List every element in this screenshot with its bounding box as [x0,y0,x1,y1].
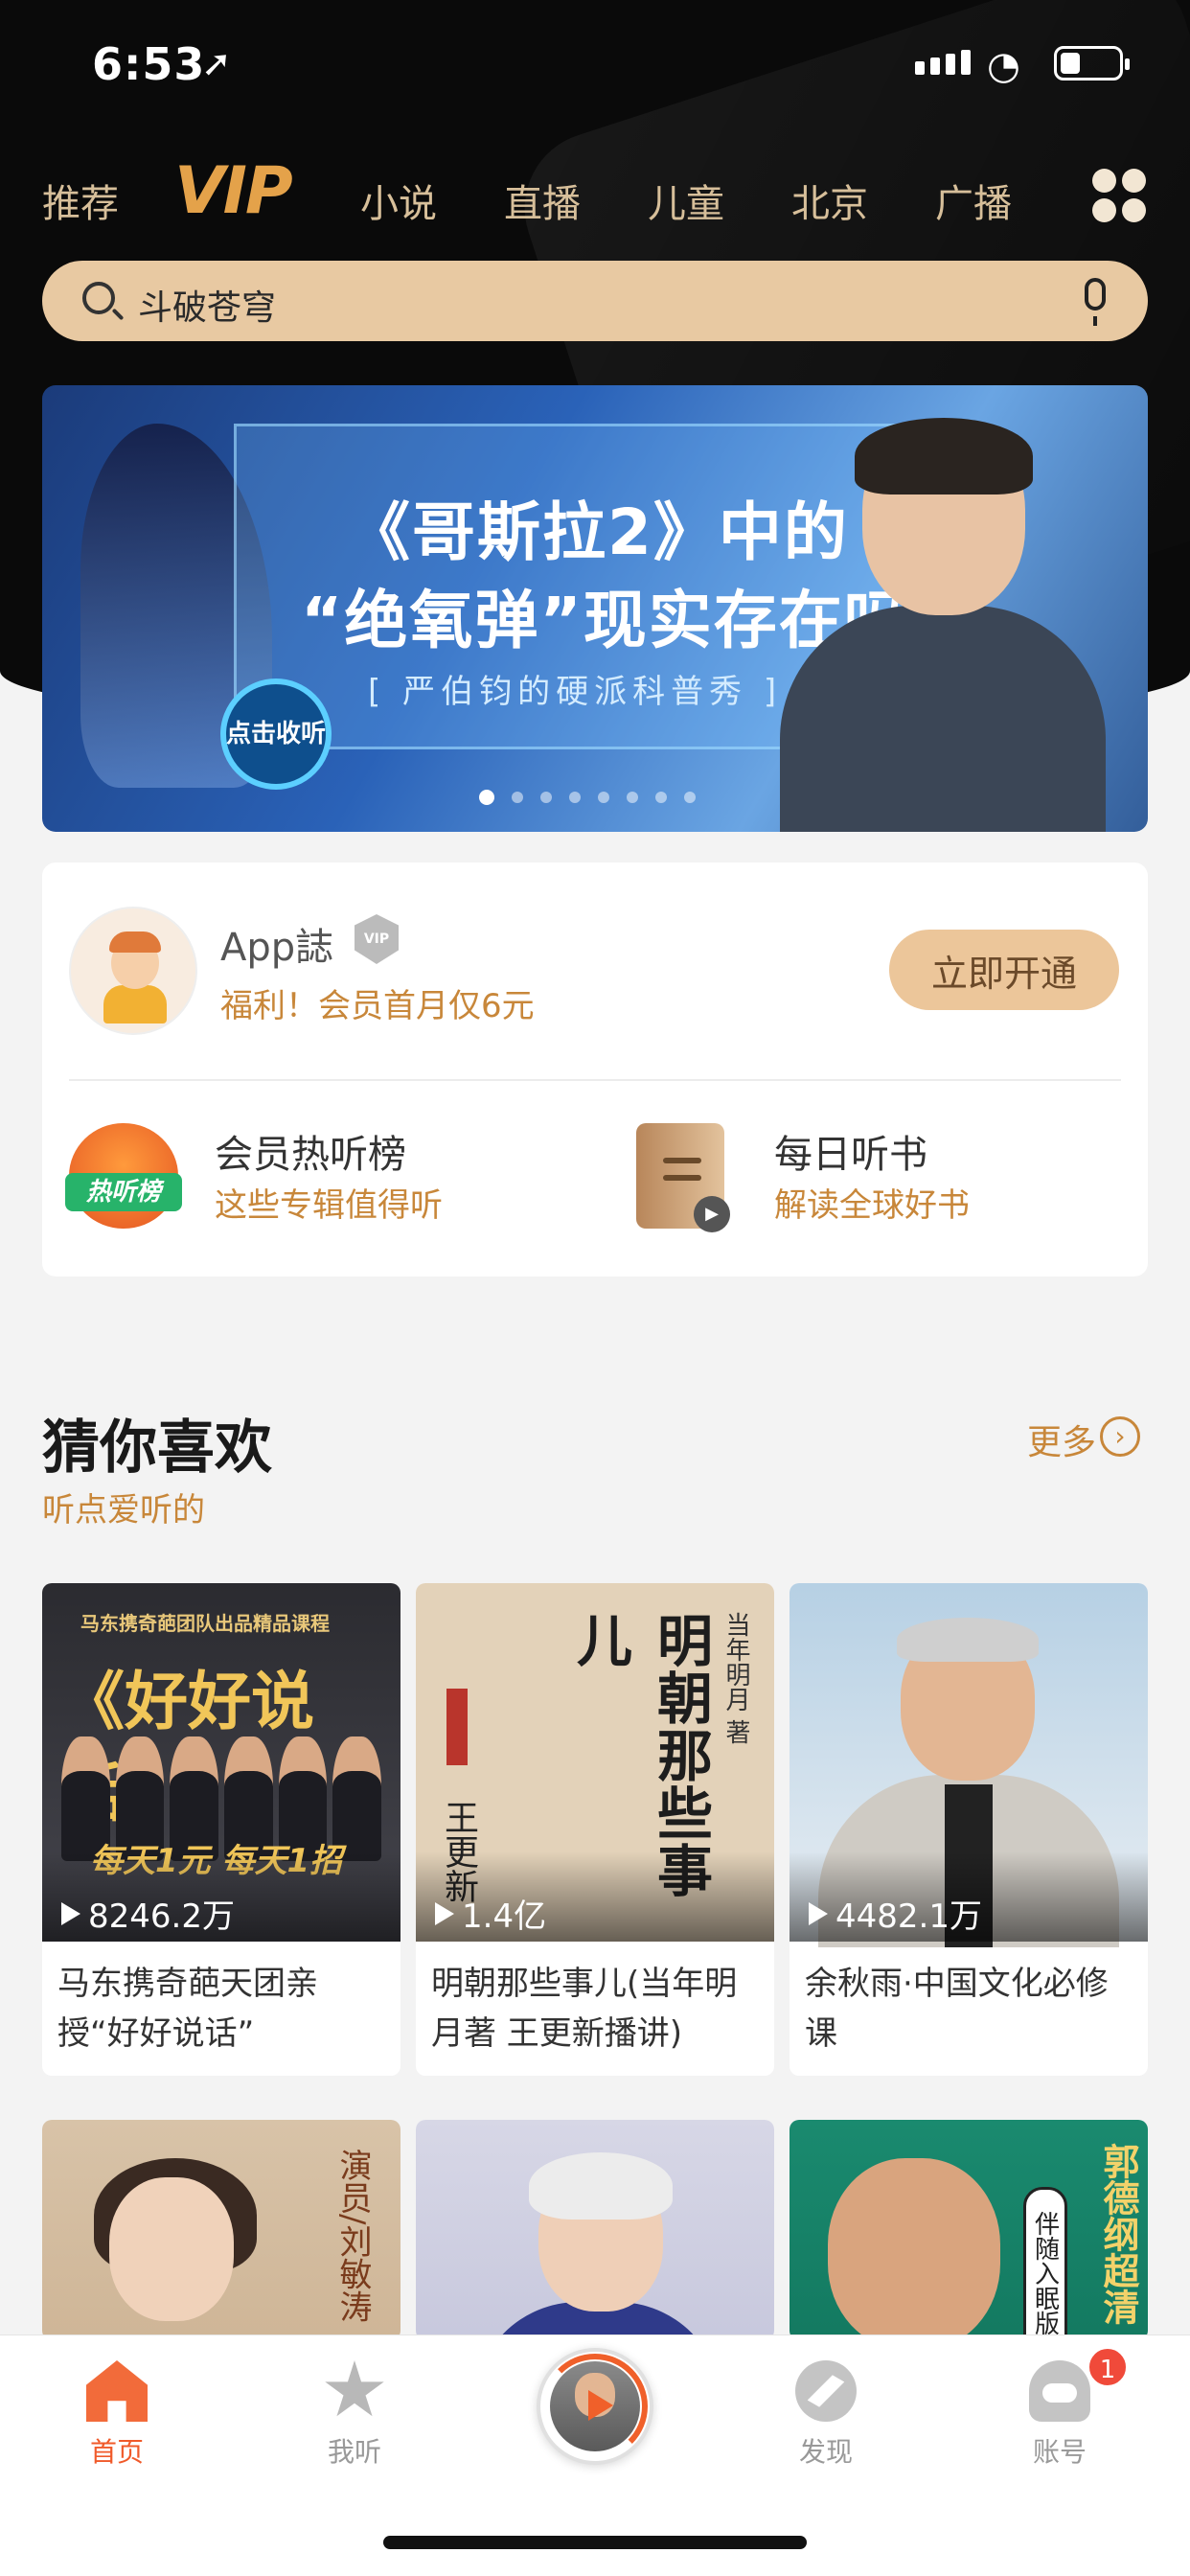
microphone-icon[interactable] [1085,278,1106,326]
tab-live[interactable]: 直播 [504,172,581,228]
banner-listen-button[interactable]: 点击收听 [220,678,332,790]
album-title: 明朝那些事儿(当年明月著 王更新播讲) [431,1965,738,2053]
tab-children[interactable]: 儿童 [648,172,724,228]
play-count: 8246.2万 [61,1890,235,1937]
cover-caption: 马东携奇葩团队出品精品课程 [80,1612,330,1635]
tab-label: 我听 [327,2436,381,2468]
search-input[interactable]: 斗破苍穹 [138,280,276,330]
play-count-value: 1.4亿 [462,1898,547,1936]
tab-label: 账号 [1032,2436,1087,2468]
play-count-value: 8246.2万 [88,1898,235,1936]
play-icon: ▶ [694,1196,730,1232]
banner-host-image [780,418,1125,832]
star-icon [325,2360,384,2417]
play-icon [809,1901,828,1925]
feature-title: 会员热听榜 [215,1133,406,1177]
play-icon [588,2390,613,2421]
section-title: 猜你喜欢 [42,1414,272,1482]
now-playing-button[interactable] [537,2348,653,2465]
album-card[interactable]: 明朝那些事儿 当年明月 著 王更新 1.4亿 明朝那些事儿(当年明月著 王更新播… [416,1583,774,2076]
promo-banner[interactable]: 《哥斯拉2》中的 “绝氧弹”现实存在吗？ [ 严伯钧的硬派科普秀 ] 点击收听 [42,385,1148,832]
album-card[interactable]: 演员/刘敏涛 [42,2120,400,2340]
chevron-right-icon[interactable]: › [1100,1416,1140,1457]
tab-beijing[interactable]: 北京 [791,172,868,228]
feature-subtitle: 解读全球好书 [774,1186,970,1225]
cover-text: 郭德纲超清 [1097,2143,1139,2325]
tab-label: 首页 [89,2436,144,2468]
banner-dot[interactable] [512,792,523,803]
vip-badge-icon: VIP [355,914,399,964]
feature-subtitle: 这些专辑值得听 [215,1186,443,1225]
tab-label: 发现 [798,2436,853,2468]
all-categories-icon[interactable] [1092,169,1146,222]
banner-pagination [479,790,696,805]
tab-recommend[interactable]: 推荐 [42,172,119,228]
play-icon [61,1901,80,1925]
book-icon: ▶ [636,1123,730,1232]
banner-dot[interactable] [598,792,609,803]
status-time: 6:53 [92,38,206,90]
vip-card: App誌 VIP 福利！会员首月仅6元 立即开通 热听榜 会员热听榜 这些专辑值… [42,862,1148,1276]
avatar[interactable] [69,907,197,1035]
account-icon [1029,2360,1090,2422]
tab-vip[interactable]: VIP [174,153,293,229]
album-card[interactable] [416,2120,774,2340]
search-bar[interactable]: 斗破苍穹 [42,261,1148,341]
album-cover: 伴随入眠版 郭德纲超清 [790,2120,1148,2340]
status-bar: 6:53 ➚ ◔ [0,0,1190,125]
banner-dot[interactable] [655,792,667,803]
more-link[interactable]: 更多 [1027,1414,1096,1464]
wifi-icon: ◔ [987,44,1020,88]
tab-my-listening[interactable]: 我听 [287,2360,422,2470]
home-indicator[interactable] [383,2536,807,2549]
app-screen: 6:53 ➚ ◔ 推荐 VIP 小说 直播 儿童 北京 广播 斗破苍穹 《哥斯拉… [0,0,1190,2576]
album-card[interactable]: 马东携奇葩团队出品精品课程 《好好说话》 每天1元 每天1招 8246.2万 马… [42,1583,400,2076]
battery-icon [1054,46,1130,80]
album-title: 马东携奇葩天团亲授“好好说话” [57,1965,318,2053]
cover-text: 演员/刘敏涛 [333,2149,372,2323]
banner-dot[interactable] [569,792,581,803]
tab-home[interactable]: 首页 [50,2360,184,2470]
cover-author: 当年明月 著 [721,1612,750,1745]
banner-dot[interactable] [540,792,552,803]
divider [69,1079,1121,1081]
banner-dot[interactable] [479,790,494,805]
banner-title-line1: 《哥斯拉2》中的 [347,495,849,569]
album-cover: 演员/刘敏涛 [42,2120,400,2340]
search-icon [82,282,115,314]
section-subtitle: 听点爱听的 [42,1491,205,1530]
location-arrow-icon: ➚ [201,42,232,84]
banner-dot[interactable] [684,792,696,803]
feature-title: 每日听书 [774,1133,927,1177]
open-vip-button[interactable]: 立即开通 [889,930,1119,1010]
user-name: App誌 [220,926,334,970]
tab-novel[interactable]: 小说 [360,172,437,228]
play-icon [435,1901,454,1925]
tab-discover[interactable]: 发现 [759,2360,893,2470]
compass-icon [795,2360,857,2422]
play-count: 4482.1万 [809,1890,982,1937]
album-cover [416,2120,774,2340]
tab-radio[interactable]: 广播 [935,172,1012,228]
vip-promo-text: 福利！会员首月仅6元 [220,987,535,1025]
album-card[interactable]: 4482.1万 余秋雨·中国文化必修课 [790,1583,1148,2076]
hot-list-icon: 热听榜 [65,1123,182,1229]
album-title: 余秋雨·中国文化必修课 [805,1965,1109,2053]
banner-subtitle: [ 严伯钧的硬派科普秀 ] [368,673,783,711]
notification-badge: 1 [1087,2346,1129,2388]
play-count: 1.4亿 [435,1890,546,1937]
hot-list-icon-label: 热听榜 [65,1173,182,1211]
banner-dot[interactable] [627,792,638,803]
home-icon [86,2360,148,2422]
cellular-signal-icon [915,50,971,75]
play-count-value: 4482.1万 [835,1898,982,1936]
cover-tag: 伴随入眠版 [1023,2187,1067,2340]
album-card[interactable]: 伴随入眠版 郭德纲超清 [790,2120,1148,2340]
